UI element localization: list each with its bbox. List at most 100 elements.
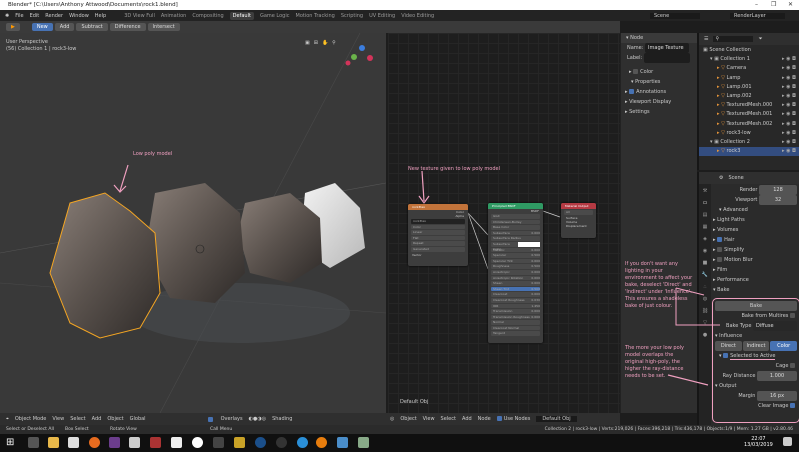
outliner-item[interactable]: ▸ ▽ Lamp.001 ▸ ◉ ◘ <box>699 83 799 92</box>
viewport-samples-field[interactable]: 32 <box>759 195 797 205</box>
blender-logo-icon[interactable]: ✺ <box>5 13 9 19</box>
mode-intersect-button[interactable]: Intersect <box>147 23 180 31</box>
menu-select[interactable]: Select <box>441 416 456 422</box>
windows-start-icon[interactable]: ⊞ <box>6 437 17 448</box>
bsdf-input-row[interactable]: Roughness 0.500 <box>491 264 540 269</box>
menu-add[interactable]: Add <box>92 416 102 422</box>
annotations-section[interactable]: ▸ Annotations <box>621 87 697 97</box>
app-icon[interactable] <box>109 437 120 448</box>
node-dropdown[interactable]: Repeat <box>411 241 465 246</box>
menu-object[interactable]: Object <box>107 416 123 422</box>
render-tab-icon[interactable]: ▭ <box>703 200 708 206</box>
properties-section[interactable]: ▾ Properties <box>621 77 697 87</box>
performance-section[interactable]: ▸ Performance <box>713 275 799 285</box>
zoom-icon[interactable]: ⚲ <box>332 40 336 46</box>
shading-modes-icon[interactable]: ◐●◑◎ <box>249 416 266 422</box>
image-texture-node[interactable]: rock3tex Color Alpha rock3tex Color Line… <box>408 204 468 266</box>
minimize-button[interactable]: – <box>755 0 758 10</box>
node-dropdown[interactable]: Color <box>411 224 465 230</box>
ray-distance-field[interactable]: 1.000 <box>757 371 797 381</box>
tool-icon[interactable]: ▶ <box>6 23 20 31</box>
bsdf-input-row[interactable]: Sheen 0.000 <box>491 281 540 286</box>
bsdf-input-row[interactable]: Transmission 0.000 <box>491 309 540 314</box>
light-paths-section[interactable]: ▸ Light Paths <box>713 215 799 225</box>
mail-icon[interactable] <box>68 437 79 448</box>
visibility-toggles-icon[interactable]: ▸ ◉ ◘ <box>782 110 796 119</box>
bsdf-input-row[interactable]: Tangent <box>491 331 540 337</box>
bsdf-input-row[interactable]: Metallic 0.000 <box>491 247 540 253</box>
visibility-toggles-icon[interactable]: ▸ ◉ ◘ <box>782 138 796 147</box>
file-explorer-icon[interactable] <box>48 437 59 448</box>
material-output-node[interactable]: Material Output All Surface Volume Displ… <box>561 203 596 238</box>
node-dropdown[interactable]: Flat <box>411 235 465 241</box>
outliner-item[interactable]: ▸ ▽ TexturedMesh.000 ▸ ◉ ◘ <box>699 101 799 110</box>
menu-edit[interactable]: Edit <box>30 13 40 19</box>
steam-icon[interactable] <box>255 437 266 448</box>
bsdf-input-row[interactable]: Normal <box>491 320 540 325</box>
menu-add[interactable]: Add <box>462 416 472 422</box>
overlays-dropdown[interactable]: Overlays <box>221 416 243 422</box>
bsdf-input-row[interactable]: Subsurface Color <box>491 241 540 251</box>
scene-tab-icon[interactable]: ◈ <box>703 236 707 242</box>
maximize-button[interactable]: ❐ <box>771 0 776 10</box>
tool-tab-icon[interactable]: ⚒ <box>703 188 707 194</box>
outliner-item[interactable]: ▸ ▽ Camera ▸ ◉ ◘ <box>699 64 799 73</box>
visibility-toggles-icon[interactable]: ▸ ◉ ◘ <box>782 101 796 110</box>
socket-displacement[interactable]: Displacement <box>561 224 596 228</box>
outliner-item[interactable]: ▣ Scene Collection <box>699 46 799 55</box>
mode-add-button[interactable]: Add <box>54 23 75 31</box>
editor-type-icon[interactable]: ◎ <box>390 416 394 422</box>
notifications-icon[interactable] <box>783 437 792 446</box>
shading-dropdown[interactable]: Shading <box>272 416 292 422</box>
workspace-tab[interactable]: Motion Tracking <box>296 13 335 19</box>
socket-bsdf[interactable]: BSDF <box>488 209 543 213</box>
visibility-toggles-icon[interactable]: ▸ ◉ ◘ <box>782 74 796 83</box>
renderlayer-selector[interactable]: RenderLayer <box>730 12 785 19</box>
outliner-item[interactable]: ▸ ▽ TexturedMesh.001 ▸ ◉ ◘ <box>699 110 799 119</box>
material-selector[interactable]: Default Obj <box>536 416 577 422</box>
bsdf-input-row[interactable]: GGX <box>491 214 540 219</box>
app-icon[interactable] <box>297 437 308 448</box>
menu-window[interactable]: Window <box>69 13 89 19</box>
editor-type-icon[interactable]: ⌖ <box>6 416 9 422</box>
bsdf-input-row[interactable]: Anisotropic Rotation 0.000 <box>491 275 540 281</box>
workspace-tab[interactable]: Compositing <box>192 13 223 19</box>
app-icon[interactable] <box>150 437 161 448</box>
node-name-input[interactable]: Image Texture <box>645 43 690 53</box>
bsdf-input-row[interactable]: Anisotropic 0.000 <box>491 269 540 275</box>
bsdf-input-row[interactable]: Clearcoat Roughness 0.030 <box>491 297 540 303</box>
bake-button[interactable]: Bake <box>715 301 797 311</box>
volumes-section[interactable]: ▸ Volumes <box>713 225 799 235</box>
close-button[interactable]: ✕ <box>788 0 793 10</box>
camera-view-icon[interactable]: ▣ <box>305 40 310 46</box>
advanced-section[interactable]: ▾ Advanced <box>713 205 799 215</box>
mode-new-button[interactable]: New <box>31 23 53 31</box>
workspace-tab[interactable]: UV Editing <box>369 13 395 19</box>
influence-indirect-toggle[interactable]: Indirect <box>742 341 770 351</box>
menu-select[interactable]: Select <box>70 416 85 422</box>
outliner-item[interactable]: ▸ ▽ TexturedMesh.002 ▸ ◉ ◘ <box>699 120 799 129</box>
workspace-tab[interactable]: Game Logic <box>260 13 290 19</box>
bake-from-multires-checkbox[interactable]: Bake from Multires <box>715 311 797 321</box>
output-tab-icon[interactable]: ▤ <box>703 212 708 218</box>
bsdf-input-row[interactable]: Specular 0.500 <box>491 253 540 258</box>
app-icon[interactable] <box>358 437 369 448</box>
outliner-item[interactable]: ▸ ▽ Lamp ▸ ◉ ◘ <box>699 74 799 83</box>
perspective-icon[interactable]: ⊞ <box>314 40 318 46</box>
use-nodes-checkbox[interactable] <box>496 416 502 421</box>
blender-taskbar-icon[interactable] <box>316 437 327 448</box>
display-mode-icon[interactable]: ☰ <box>704 36 708 42</box>
menu-view[interactable]: View <box>423 416 435 422</box>
film-section[interactable]: ▸ Film <box>713 265 799 275</box>
rock-mesh[interactable] <box>145 183 245 303</box>
workspace-tab-active[interactable]: Default <box>229 11 254 20</box>
settings-section[interactable]: ▸ Settings <box>621 107 697 117</box>
outliner-item[interactable]: ▸ ▽ rock3-low ▸ ◉ ◘ <box>699 129 799 138</box>
cage-checkbox[interactable]: Cage <box>715 361 797 371</box>
simplify-section[interactable]: ▸ Simplify <box>713 245 799 255</box>
principled-bsdf-node[interactable]: Principled BSDF BSDF GGX Christensen-Burl… <box>488 203 543 343</box>
visibility-toggles-icon[interactable]: ▸ ◉ ◘ <box>782 129 796 138</box>
clock[interactable]: 22:07 13/03/2019 <box>744 436 773 448</box>
menu-view[interactable]: View <box>52 416 64 422</box>
app-icon[interactable] <box>234 437 245 448</box>
